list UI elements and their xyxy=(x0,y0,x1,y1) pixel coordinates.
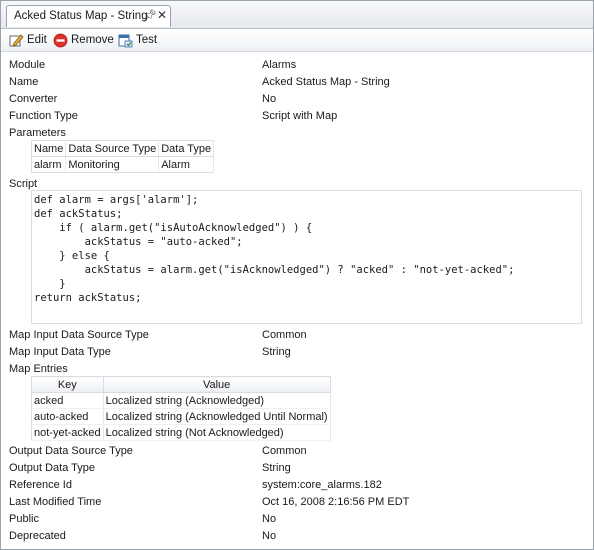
code-line: ackStatus = "auto-acked"; xyxy=(34,236,243,248)
remove-label: Remove xyxy=(71,34,114,46)
tab-bar: Acked Status Map - String 📌︎ ✕ xyxy=(1,1,593,29)
map-entries-table: Key Value acked Localized string (Acknow… xyxy=(31,376,331,441)
parameters-label: Parameters xyxy=(9,127,66,139)
output-source-type-value: Common xyxy=(262,445,307,457)
function-editor-panel: Acked Status Map - String 📌︎ ✕ Edit Remo… xyxy=(0,0,594,550)
map-header-row: Key Value xyxy=(31,376,331,393)
code-line: def alarm = args['alarm']; xyxy=(34,194,199,206)
table-row[interactable]: acked Localized string (Acknowledged) xyxy=(31,392,331,409)
edit-label: Edit xyxy=(27,34,47,46)
close-icon[interactable]: ✕ xyxy=(157,8,167,22)
test-button[interactable]: Test xyxy=(118,31,157,49)
toolbar: Edit Remove Test xyxy=(1,29,593,52)
parameters-header-data-source-type: Data Source Type xyxy=(65,140,160,157)
parameters-header-data-type: Data Type xyxy=(158,140,215,157)
function-type-label: Function Type xyxy=(9,110,78,122)
properties-view: Module Alarms Name Acked Status Map - St… xyxy=(1,52,593,549)
edit-button[interactable]: Edit xyxy=(9,31,47,49)
map-key-cell: not-yet-acked xyxy=(31,424,104,441)
deprecated-value: No xyxy=(262,530,277,542)
code-line: ackStatus = alarm.get("isAcknowledged") … xyxy=(34,264,515,276)
code-line: if ( alarm.get("isAutoAcknowledged") ) { xyxy=(34,222,313,234)
function-type-value: Script with Map xyxy=(262,110,338,122)
remove-icon xyxy=(53,33,68,47)
reference-id-value: system:core_alarms.182 xyxy=(262,479,382,491)
script-code-block[interactable]: def alarm = args['alarm']; def ackStatus… xyxy=(31,190,582,324)
map-input-data-type-label: Map Input Data Type xyxy=(9,346,111,358)
table-row[interactable]: not-yet-acked Localized string (Not Ackn… xyxy=(31,424,331,441)
code-line: } else { xyxy=(34,250,110,262)
parameters-header-row: Name Data Source Type Data Type xyxy=(31,140,215,157)
parameters-table: Name Data Source Type Data Type alarm Mo… xyxy=(31,140,215,173)
map-header-value[interactable]: Value xyxy=(103,376,331,393)
pin-icon[interactable]: 📌︎ xyxy=(143,9,157,22)
map-value-cell: Localized string (Acknowledged Until Nor… xyxy=(103,408,331,425)
tab-acked-status-map[interactable]: Acked Status Map - String 📌︎ ✕ xyxy=(6,5,171,27)
map-key-cell: acked xyxy=(31,392,104,409)
last-modified-label: Last Modified Time xyxy=(9,496,102,508)
code-line: return ackStatus; xyxy=(34,292,142,304)
module-label: Module xyxy=(9,59,46,71)
public-label: Public xyxy=(9,513,39,525)
converter-label: Converter xyxy=(9,93,58,105)
parameter-type-cell: Alarm xyxy=(158,156,215,173)
parameter-name-cell: alarm xyxy=(31,156,67,173)
output-data-type-value: String xyxy=(262,462,291,474)
parameters-header-name: Name xyxy=(31,140,67,157)
code-line: } xyxy=(34,278,66,290)
remove-button[interactable]: Remove xyxy=(53,31,114,49)
public-value: No xyxy=(262,513,277,525)
map-value-cell: Localized string (Acknowledged) xyxy=(103,392,331,409)
module-value: Alarms xyxy=(262,59,297,71)
output-source-type-label: Output Data Source Type xyxy=(9,445,133,457)
map-header-key[interactable]: Key xyxy=(31,376,104,393)
deprecated-label: Deprecated xyxy=(9,530,66,542)
converter-value: No xyxy=(262,93,277,105)
map-input-data-type-value: String xyxy=(262,346,291,358)
table-row[interactable]: alarm Monitoring Alarm xyxy=(31,156,215,173)
test-label: Test xyxy=(136,34,158,46)
table-row[interactable]: auto-acked Localized string (Acknowledge… xyxy=(31,408,331,425)
reference-id-label: Reference Id xyxy=(9,479,72,491)
pencil-icon xyxy=(9,33,24,47)
map-value-cell: Localized string (Not Acknowledged) xyxy=(103,424,331,441)
map-entries-label: Map Entries xyxy=(9,363,68,375)
code-line: def ackStatus; xyxy=(34,208,123,220)
tab-title: Acked Status Map - String xyxy=(14,10,148,22)
map-key-cell: auto-acked xyxy=(31,408,104,425)
name-value: Acked Status Map - String xyxy=(262,76,390,88)
test-icon xyxy=(118,34,133,47)
last-modified-value: Oct 16, 2008 2:16:56 PM EDT xyxy=(262,496,410,508)
name-label: Name xyxy=(9,76,39,88)
map-input-source-type-label: Map Input Data Source Type xyxy=(9,329,149,341)
parameter-source-cell: Monitoring xyxy=(65,156,160,173)
map-input-source-type-value: Common xyxy=(262,329,307,341)
output-data-type-label: Output Data Type xyxy=(9,462,96,474)
script-label: Script xyxy=(9,178,38,190)
